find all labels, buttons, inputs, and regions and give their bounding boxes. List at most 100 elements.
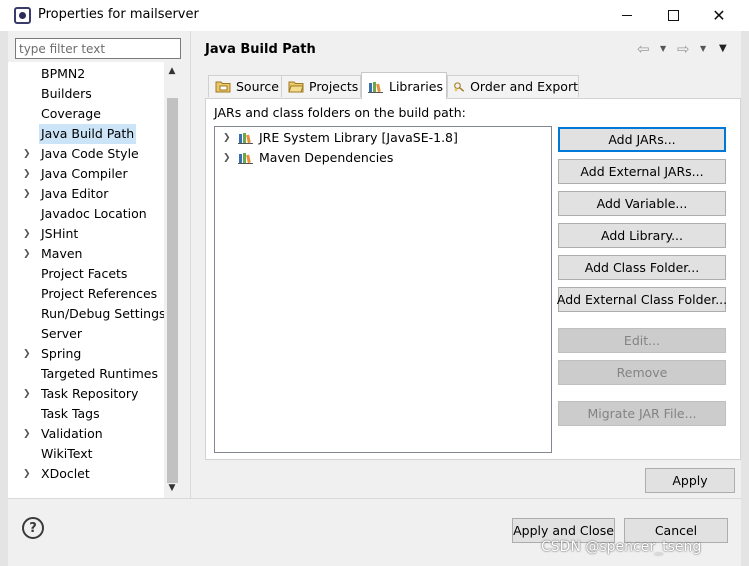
- forward-dropdown-icon[interactable]: ▼: [700, 44, 706, 53]
- page-title: Java Build Path: [205, 42, 316, 57]
- libraries-icon: [368, 81, 383, 93]
- filter-input[interactable]: [15, 38, 181, 59]
- nav-item-label: Javadoc Location: [41, 206, 147, 221]
- source-folder-icon: [215, 81, 231, 93]
- chevron-right-icon[interactable]: ❯: [23, 224, 31, 244]
- tab-libraries[interactable]: Libraries: [361, 72, 447, 99]
- migrate-jar-button[interactable]: Migrate JAR File...: [558, 401, 726, 426]
- nav-item-label: Maven: [41, 246, 83, 261]
- nav-item[interactable]: ❯ Validation: [8, 424, 168, 444]
- nav-item[interactable]: Task Tags: [8, 404, 168, 424]
- maximize-button[interactable]: [650, 0, 696, 31]
- nav-item[interactable]: BPMN2: [8, 64, 168, 84]
- chevron-right-icon[interactable]: ❯: [23, 164, 31, 184]
- chevron-right-icon[interactable]: ❯: [223, 128, 231, 148]
- nav-item[interactable]: Server: [8, 324, 168, 344]
- library-icon: [238, 153, 253, 164]
- library-icon: [238, 133, 253, 144]
- minimize-icon: [622, 15, 632, 16]
- nav-item[interactable]: ❯ JSHint: [8, 224, 168, 244]
- nav-item[interactable]: ❯ Spring: [8, 344, 168, 364]
- chevron-right-icon[interactable]: ❯: [23, 184, 31, 204]
- nav-item[interactable]: ❯ Task Repository: [8, 384, 168, 404]
- property-nav-tree: BPMN2 Builders Coverage Java Build Path ❯ Jav…: [8, 62, 180, 498]
- add-variable-button[interactable]: Add Variable...: [558, 191, 726, 216]
- help-icon[interactable]: ?: [22, 517, 44, 539]
- library-tree[interactable]: ❯ JRE System Library [JavaSE-1.8] ❯ Mave…: [214, 126, 552, 453]
- add-library-button[interactable]: Add Library...: [558, 223, 726, 248]
- add-external-class-folder-button[interactable]: Add External Class Folder...: [557, 287, 727, 312]
- nav-item-label: Validation: [41, 426, 103, 441]
- close-button[interactable]: ✕: [696, 0, 742, 31]
- order-export-icon: [454, 81, 465, 92]
- apply-button[interactable]: Apply: [645, 468, 735, 493]
- pane-divider[interactable]: [190, 31, 191, 498]
- scroll-down-icon[interactable]: ▼: [164, 483, 180, 497]
- window-edge-left: [0, 31, 8, 566]
- chevron-right-icon[interactable]: ❯: [23, 244, 31, 264]
- tab-source[interactable]: Source: [208, 75, 282, 97]
- build-path-label: JARs and class folders on the build path…: [214, 105, 466, 120]
- watermark: CSDN @spencer_tseng: [541, 539, 702, 555]
- chevron-right-icon[interactable]: ❯: [23, 464, 31, 484]
- tab-label: Order and Export: [470, 79, 578, 94]
- chevron-right-icon[interactable]: ❯: [223, 148, 231, 168]
- library-label: JRE System Library [JavaSE-1.8]: [259, 130, 458, 145]
- nav-item-label: Server: [41, 326, 82, 341]
- nav-item-label: Project Facets: [41, 266, 128, 281]
- nav-item-label: JSHint: [41, 226, 79, 241]
- nav-item[interactable]: Project Facets: [8, 264, 168, 284]
- edit-button[interactable]: Edit...: [558, 328, 726, 353]
- remove-button[interactable]: Remove: [558, 360, 726, 385]
- nav-item-label: Project References: [41, 286, 158, 301]
- nav-item-label: Run/Debug Settings: [41, 306, 166, 321]
- nav-item[interactable]: ❯ XDoclet: [8, 464, 168, 484]
- scroll-up-icon[interactable]: ▲: [164, 66, 180, 80]
- forward-arrow-icon[interactable]: ⇨: [677, 40, 690, 58]
- nav-item-label: Java Code Style: [41, 146, 139, 161]
- scroll-thumb[interactable]: [167, 98, 178, 483]
- close-icon: ✕: [712, 6, 726, 25]
- add-external-jars-button[interactable]: Add External JARs...: [558, 159, 726, 184]
- nav-item[interactable]: Targeted Runtimes: [8, 364, 168, 384]
- tab-label: Libraries: [389, 78, 443, 94]
- nav-item[interactable]: Project References: [8, 284, 168, 304]
- eclipse-app-icon: [14, 7, 31, 24]
- tab-label: Source: [236, 79, 279, 94]
- chevron-right-icon[interactable]: ❯: [23, 384, 31, 404]
- nav-item[interactable]: WikiText: [8, 444, 168, 464]
- minimize-button[interactable]: [604, 0, 650, 31]
- nav-item[interactable]: ❯ Java Editor: [8, 184, 168, 204]
- nav-item-label: Spring: [41, 346, 82, 361]
- add-class-folder-button[interactable]: Add Class Folder...: [558, 255, 726, 280]
- nav-item-label: Coverage: [41, 106, 101, 121]
- chevron-right-icon[interactable]: ❯: [23, 344, 31, 364]
- chevron-right-icon[interactable]: ❯: [23, 144, 31, 164]
- back-dropdown-icon[interactable]: ▼: [660, 44, 666, 53]
- back-arrow-icon[interactable]: ⇦: [637, 40, 650, 58]
- nav-item[interactable]: Java Build Path: [8, 124, 168, 144]
- window-edge-right: [741, 31, 749, 566]
- nav-item[interactable]: Run/Debug Settings: [8, 304, 168, 324]
- chevron-right-icon[interactable]: ❯: [23, 424, 31, 444]
- tab-order-and-export[interactable]: Order and Export: [447, 75, 579, 97]
- nav-item[interactable]: ❯ Java Code Style: [8, 144, 168, 164]
- nav-item-label: WikiText: [41, 446, 93, 461]
- nav-item[interactable]: ❯ Maven: [8, 244, 168, 264]
- window-title: Properties for mailserver: [38, 7, 199, 22]
- projects-folder-icon: [288, 81, 304, 93]
- nav-item[interactable]: Coverage: [8, 104, 168, 124]
- nav-item-label: Targeted Runtimes: [41, 366, 158, 381]
- maximize-icon: [667, 10, 679, 21]
- library-label: Maven Dependencies: [259, 150, 394, 165]
- nav-item-label: Java Compiler: [41, 166, 128, 181]
- nav-item-label: Task Repository: [41, 386, 139, 401]
- nav-item[interactable]: Builders: [8, 84, 168, 104]
- nav-item[interactable]: Javadoc Location: [8, 204, 168, 224]
- tab-projects[interactable]: Projects: [281, 75, 361, 97]
- nav-item[interactable]: ❯ Java Compiler: [8, 164, 168, 184]
- view-menu-icon[interactable]: ▼: [719, 43, 727, 54]
- add-jars-button[interactable]: Add JARs...: [558, 127, 726, 152]
- tab-label: Projects: [309, 79, 359, 94]
- nav-item-label: Java Editor: [41, 186, 109, 201]
